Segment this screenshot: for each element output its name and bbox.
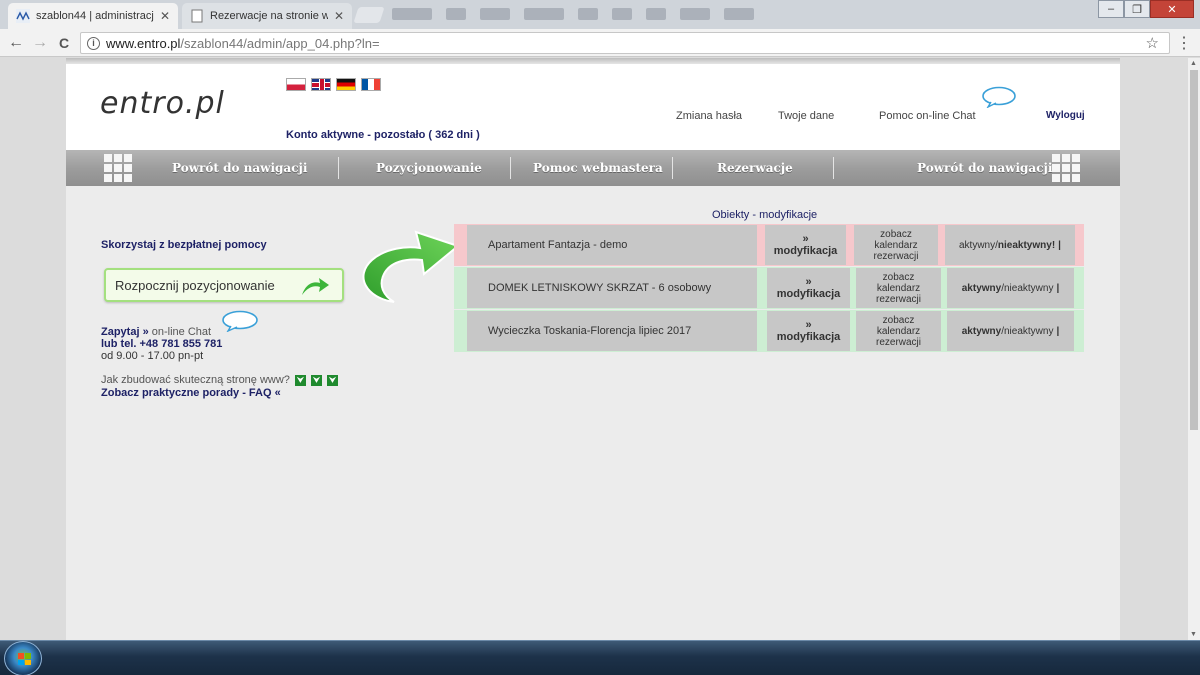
status-active-link[interactable]: aktywny [962, 326, 1001, 337]
down-arrow-icon[interactable]: ⮟ [311, 374, 323, 386]
tab-title: szablon44 | administracja [36, 10, 154, 22]
status-inactive-link[interactable]: nieaktywny [998, 240, 1052, 251]
object-row: Wycieczka Toskania-Florencja lipiec 2017… [454, 310, 1084, 352]
view-calendar-button[interactable]: zobacz kalendarz rezerwacji [856, 268, 941, 308]
view-calendar-button[interactable]: zobacz kalendarz rezerwacji [856, 311, 941, 351]
nav-reservations[interactable]: Rezerwacje [717, 161, 793, 175]
chat-bubble-icon[interactable] [981, 86, 1017, 108]
change-password-link[interactable]: Zmiana hasła [676, 110, 742, 122]
down-arrow-icon[interactable]: ⮟ [295, 374, 306, 386]
faq-question: Jak zbudować skuteczną stronę www? [101, 374, 290, 386]
modify-button[interactable]: » modyfikacja [767, 311, 850, 351]
ask-arrow: » [142, 326, 149, 338]
status-toggle[interactable]: aktywny / nieaktywny | [947, 268, 1074, 308]
objects-heading: Obiekty - modyfikacje [712, 209, 818, 221]
status-inactive-link[interactable]: nieaktywny [1004, 283, 1053, 294]
windows-logo-icon [18, 653, 32, 665]
help-chat-link[interactable]: Pomoc on-line Chat [879, 110, 976, 122]
vertical-scrollbar[interactable]: ▲ ▼ [1188, 58, 1200, 640]
nav-back-to-navigation[interactable]: Powrót do nawigacji [172, 161, 307, 175]
address-bar[interactable]: i www.entro.pl/szablon44/admin/app_04.ph… [80, 32, 1170, 54]
page-favicon-icon [191, 9, 203, 23]
object-name: Wycieczka Toskania-Florencja lipiec 2017 [467, 311, 757, 351]
windows-taskbar [0, 640, 1200, 675]
minimize-button[interactable]: – [1098, 0, 1124, 18]
window-close-button[interactable]: ✕ [1150, 0, 1194, 18]
ask-link[interactable]: Zapytaj [101, 326, 140, 338]
start-button[interactable] [4, 641, 42, 675]
start-positioning-button[interactable]: Rozpocznij pozycjonowanie [104, 268, 344, 302]
info-icon[interactable]: i [87, 36, 100, 50]
logout-link[interactable]: Wyloguj [1046, 110, 1085, 121]
url-host: www.entro.pl [106, 35, 181, 51]
nav-webmaster-help[interactable]: Pomoc webmastera [533, 161, 663, 175]
object-name: Apartament Fantazja - demo [467, 225, 757, 265]
browser-toolbar: ← → C i www.entro.pl/szablon44/admin/app… [0, 29, 1200, 57]
free-help-heading: Skorzystaj z bezpłatnej pomocy [101, 239, 267, 251]
modify-button[interactable]: » modyfikacja [767, 268, 850, 308]
flag-en-icon[interactable] [311, 78, 331, 91]
back-button[interactable]: ← [6, 33, 26, 53]
bookmark-star-icon[interactable]: ☆ [1146, 34, 1159, 52]
scrollbar-thumb[interactable] [1190, 70, 1198, 430]
scroll-down-icon[interactable]: ▼ [1190, 631, 1197, 638]
main-navbar: Powrót do nawigacji Pozycjonowanie Pomoc… [66, 150, 1120, 186]
pointer-arrow-icon [362, 230, 460, 303]
curved-arrow-icon [302, 278, 329, 295]
flag-pl-icon[interactable] [286, 78, 306, 91]
tab-title: Rezerwacje na stronie ww [210, 10, 328, 22]
reload-button[interactable]: C [54, 33, 74, 53]
flag-fr-icon[interactable] [361, 78, 381, 91]
url-path: /szablon44/admin/app_04.php?ln= [180, 35, 380, 51]
modify-button[interactable]: » modyfikacja [765, 225, 846, 265]
account-status: Konto aktywne - pozostało ( 362 dni ) [286, 129, 480, 141]
tab-szablon44[interactable]: szablon44 | administracja ✕ [8, 3, 178, 29]
chat-bubble-icon[interactable] [221, 310, 259, 332]
status-toggle[interactable]: aktywny / nieaktywny | [947, 311, 1074, 351]
site-favicon-icon [16, 9, 30, 23]
entro-logo[interactable]: entro.pl [100, 86, 225, 121]
nav-separator [833, 157, 834, 179]
page-viewport: entro.pl Konto aktywne - pozostało ( 362… [0, 58, 1188, 640]
nav-separator [510, 157, 511, 179]
tab-rezerwacje[interactable]: Rezerwacje na stronie ww ✕ [182, 3, 352, 29]
site-header: entro.pl Konto aktywne - pozostało ( 362… [66, 64, 1120, 150]
faq-link[interactable]: Zobacz praktyczne porady - FAQ « [101, 387, 281, 399]
object-name: DOMEK LETNISKOWY SKRZAT - 6 osobowy [467, 268, 757, 308]
browser-menu-icon[interactable]: ⋮ [1176, 33, 1192, 53]
view-calendar-button[interactable]: zobacz kalendarz rezerwacji [854, 225, 938, 265]
office-hours: od 9.00 - 17.00 pn-pt [101, 350, 204, 362]
down-arrow-icon[interactable]: ⮟ [327, 374, 339, 386]
status-toggle[interactable]: aktywny / nieaktywny! | [945, 225, 1075, 265]
blurred-toolbar-area [392, 8, 992, 22]
new-tab-button[interactable] [353, 7, 385, 23]
status-inactive-link[interactable]: nieaktywny [1004, 326, 1053, 337]
language-flags [286, 78, 381, 91]
admin-page: entro.pl Konto aktywne - pozostało ( 362… [66, 58, 1120, 640]
contact-block: Zapytaj » on-line Chat lub tel. +48 781 … [101, 326, 222, 362]
grid-menu-icon[interactable] [104, 154, 132, 182]
nav-back-to-navigation-right[interactable]: Powrót do nawigacji [917, 161, 1052, 175]
nav-separator [338, 157, 339, 179]
object-row: Apartament Fantazja - demo » modyfikacja… [454, 224, 1084, 266]
phone-number: lub tel. +48 781 855 781 [101, 338, 223, 350]
forward-button[interactable]: → [30, 33, 50, 53]
your-data-link[interactable]: Twoje dane [778, 110, 834, 122]
window-controls: – ❐ ✕ [1098, 0, 1194, 18]
tab-close-icon[interactable]: ✕ [160, 9, 170, 23]
flag-de-icon[interactable] [336, 78, 356, 91]
cta-label: Rozpocznij pozycjonowanie [115, 277, 275, 293]
nav-separator [672, 157, 673, 179]
grid-menu-icon[interactable] [1052, 154, 1080, 182]
nav-positioning[interactable]: Pozycjonowanie [376, 161, 482, 175]
online-chat-link[interactable]: on-line Chat [152, 326, 211, 338]
maximize-button[interactable]: ❐ [1124, 0, 1150, 18]
status-active-link[interactable]: aktywny [959, 240, 995, 251]
tab-close-icon[interactable]: ✕ [334, 9, 344, 23]
faq-block: Jak zbudować skuteczną stronę www? ⮟ ⮟ ⮟… [101, 374, 339, 400]
browser-tabstrip: szablon44 | administracja ✕ Rezerwacje n… [0, 0, 1200, 29]
status-active-link[interactable]: aktywny [962, 283, 1001, 294]
object-row: DOMEK LETNISKOWY SKRZAT - 6 osobowy » mo… [454, 267, 1084, 309]
scroll-up-icon[interactable]: ▲ [1190, 60, 1197, 67]
